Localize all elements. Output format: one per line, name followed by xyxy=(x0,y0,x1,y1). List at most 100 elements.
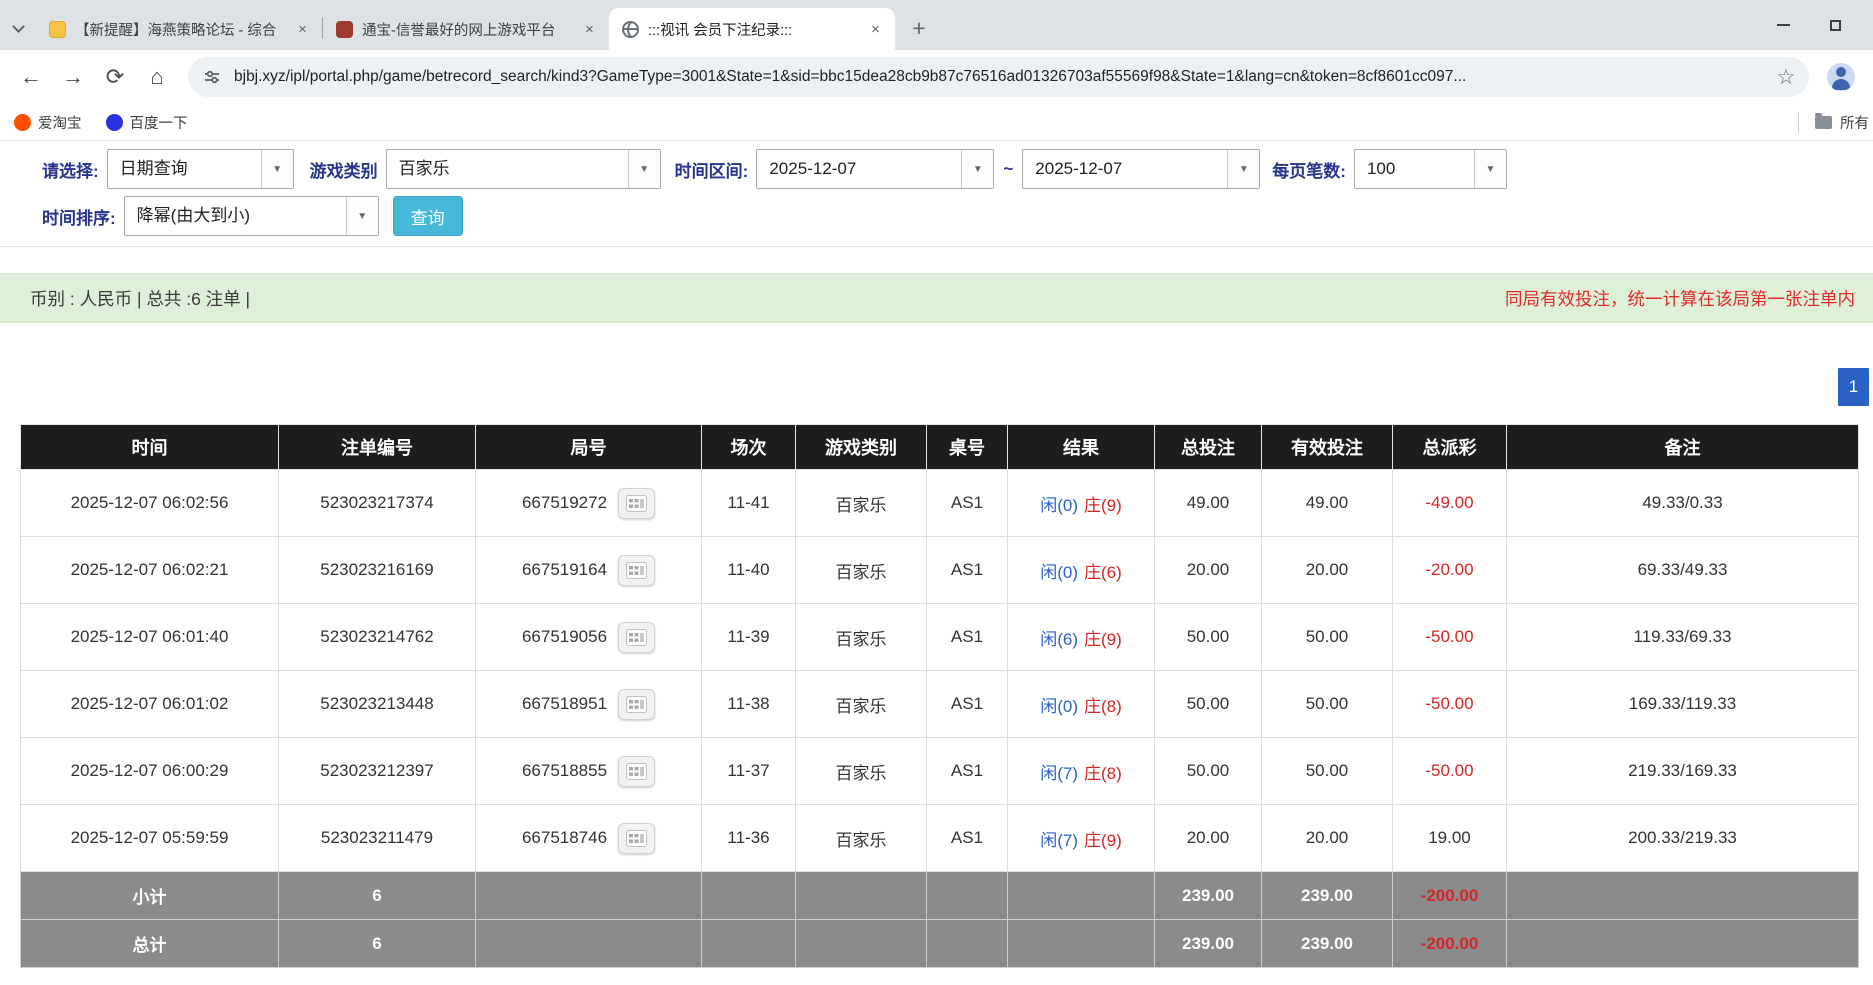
date-range-label: 时间区间: xyxy=(675,157,749,182)
cell-game: 百家乐 xyxy=(796,537,927,604)
cell-total-bet[interactable]: 50.00 xyxy=(1155,671,1262,738)
total-payout: -200.00 xyxy=(1393,920,1507,968)
url-text[interactable]: bjbj.xyz/ipl/portal.php/game/betrecord_s… xyxy=(234,68,1769,86)
dropdown-arrow-icon[interactable]: ▼ xyxy=(346,197,378,235)
table-row: 2025-12-07 05:59:59 523023211479 6675187… xyxy=(21,805,1859,872)
cell-table-no: AS1 xyxy=(927,738,1008,805)
bookmark-label: 爱淘宝 xyxy=(38,112,82,133)
empty-cell xyxy=(1507,872,1859,920)
page-1-button[interactable]: 1 xyxy=(1838,368,1869,406)
game-type-select[interactable]: 百家乐 ▼ xyxy=(386,149,661,189)
cell-note: 119.33/69.33 xyxy=(1507,604,1859,671)
cell-session: 11-37 xyxy=(702,738,796,805)
cell-time: 2025-12-07 06:01:40 xyxy=(21,604,279,671)
table-row: 2025-12-07 06:01:40 523023214762 6675190… xyxy=(21,604,1859,671)
cell-note: 200.33/219.33 xyxy=(1507,805,1859,872)
reload-button[interactable]: ⟳ xyxy=(94,56,136,98)
cell-bet-id: 523023217374 xyxy=(279,470,476,537)
roadmap-icon[interactable] xyxy=(618,756,655,787)
site-info-icon[interactable] xyxy=(203,68,221,86)
cell-note: 169.33/119.33 xyxy=(1507,671,1859,738)
tab-forum[interactable]: 【新提醒】海燕策略论坛 - 综合 × xyxy=(36,8,322,50)
cell-payout: 19.00 xyxy=(1393,805,1507,872)
dropdown-arrow-icon[interactable]: ▼ xyxy=(628,150,660,188)
tab-search-button[interactable] xyxy=(0,8,36,50)
roadmap-icon[interactable] xyxy=(618,689,655,720)
address-bar[interactable]: bjbj.xyz/ipl/portal.php/game/betrecord_s… xyxy=(188,57,1809,97)
all-bookmarks-label: 所有 xyxy=(1840,112,1869,133)
tab-close-icon[interactable]: × xyxy=(866,20,885,39)
total-row: 总计 6 239.00 239.00 -200.00 xyxy=(21,920,1859,968)
summary-bar: 币别 : 人民币 | 总共 :6 注单 | 同局有效投注，统一计算在该局第一张注… xyxy=(0,273,1873,323)
cell-round-id: 667519056 xyxy=(476,604,702,671)
home-button[interactable]: ⌂ xyxy=(136,56,178,98)
forward-button[interactable]: → xyxy=(52,56,94,98)
cell-total-bet[interactable]: 49.00 xyxy=(1155,470,1262,537)
page-size-select[interactable]: 100 ▼ xyxy=(1354,149,1507,189)
cell-game: 百家乐 xyxy=(796,604,927,671)
bookmark-baidu[interactable]: 百度一下 xyxy=(106,112,188,133)
forum-favicon-icon xyxy=(49,21,66,38)
tab-title: 【新提醒】海燕策略论坛 - 综合 xyxy=(75,19,284,40)
dropdown-arrow-icon[interactable]: ▼ xyxy=(1474,150,1506,188)
cell-time: 2025-12-07 06:01:02 xyxy=(21,671,279,738)
browser-toolbar: ← → ⟳ ⌂ bjbj.xyz/ipl/portal.php/game/bet… xyxy=(0,50,1873,104)
folder-icon xyxy=(1815,116,1832,129)
page-size-label: 每页笔数: xyxy=(1272,157,1346,182)
date-to-select[interactable]: 2025-12-07 ▼ xyxy=(1022,149,1260,189)
bookmark-aitaobao[interactable]: 爱淘宝 xyxy=(14,112,82,133)
cell-bet-id: 523023213448 xyxy=(279,671,476,738)
tab-tongbao[interactable]: 通宝-信誉最好的网上游戏平台 × xyxy=(323,8,609,50)
dropdown-arrow-icon[interactable]: ▼ xyxy=(961,150,993,188)
sort-select[interactable]: 降幂(由大到小) ▼ xyxy=(124,196,379,236)
date-range-tilde: ~ xyxy=(1003,159,1013,179)
cell-note: 69.33/49.33 xyxy=(1507,537,1859,604)
dropdown-arrow-icon[interactable]: ▼ xyxy=(1227,150,1259,188)
bookmark-star-icon[interactable]: ☆ xyxy=(1769,60,1803,94)
profile-icon[interactable] xyxy=(1827,63,1855,91)
cell-game: 百家乐 xyxy=(796,805,927,872)
window-controls xyxy=(1757,0,1861,50)
date-from-select[interactable]: 2025-12-07 ▼ xyxy=(756,149,994,189)
result-player: 闲(0) xyxy=(1040,563,1078,582)
subtotal-row: 小计 6 239.00 239.00 -200.00 xyxy=(21,872,1859,920)
cell-time: 2025-12-07 06:02:56 xyxy=(21,470,279,537)
cell-session: 11-36 xyxy=(702,805,796,872)
cell-table-no: AS1 xyxy=(927,805,1008,872)
cell-valid-bet: 20.00 xyxy=(1262,805,1393,872)
cell-game: 百家乐 xyxy=(796,470,927,537)
roadmap-icon[interactable] xyxy=(618,555,655,586)
cell-total-bet[interactable]: 20.00 xyxy=(1155,537,1262,604)
cell-round-id: 667519164 xyxy=(476,537,702,604)
roadmap-icon[interactable] xyxy=(618,488,655,519)
tab-bet-records-active[interactable]: :::视讯 会员下注纪录::: × xyxy=(609,8,895,50)
result-player: 闲(6) xyxy=(1040,630,1078,649)
cell-total-bet[interactable]: 50.00 xyxy=(1155,738,1262,805)
tab-close-icon[interactable]: × xyxy=(580,20,599,39)
cell-round-id: 667519272 xyxy=(476,470,702,537)
result-player: 闲(0) xyxy=(1040,496,1078,515)
empty-cell xyxy=(796,920,927,968)
minimize-button[interactable] xyxy=(1757,0,1809,50)
new-tab-button[interactable]: + xyxy=(901,10,937,46)
query-type-select[interactable]: 日期查询 ▼ xyxy=(107,149,294,189)
date-to-value: 2025-12-07 xyxy=(1023,150,1227,188)
result-player: 闲(7) xyxy=(1040,831,1078,850)
cell-total-bet[interactable]: 20.00 xyxy=(1155,805,1262,872)
subtotal-payout: -200.00 xyxy=(1393,872,1507,920)
search-button[interactable]: 查询 xyxy=(393,196,463,236)
maximize-button[interactable] xyxy=(1809,0,1861,50)
result-banker: 庄(8) xyxy=(1084,764,1122,783)
cell-game: 百家乐 xyxy=(796,671,927,738)
roadmap-icon[interactable] xyxy=(618,823,655,854)
result-banker: 庄(9) xyxy=(1084,630,1122,649)
back-button[interactable]: ← xyxy=(10,56,52,98)
empty-cell xyxy=(1008,872,1155,920)
cell-session: 11-38 xyxy=(702,671,796,738)
roadmap-icon[interactable] xyxy=(618,622,655,653)
cell-total-bet[interactable]: 50.00 xyxy=(1155,604,1262,671)
bet-records-table: 时间 注单编号 局号 场次 游戏类别 桌号 结果 总投注 有效投注 总派彩 备注… xyxy=(20,424,1859,968)
dropdown-arrow-icon[interactable]: ▼ xyxy=(261,150,293,188)
tab-close-icon[interactable]: × xyxy=(293,20,312,39)
all-bookmarks-button[interactable]: 所有 xyxy=(1792,112,1869,133)
